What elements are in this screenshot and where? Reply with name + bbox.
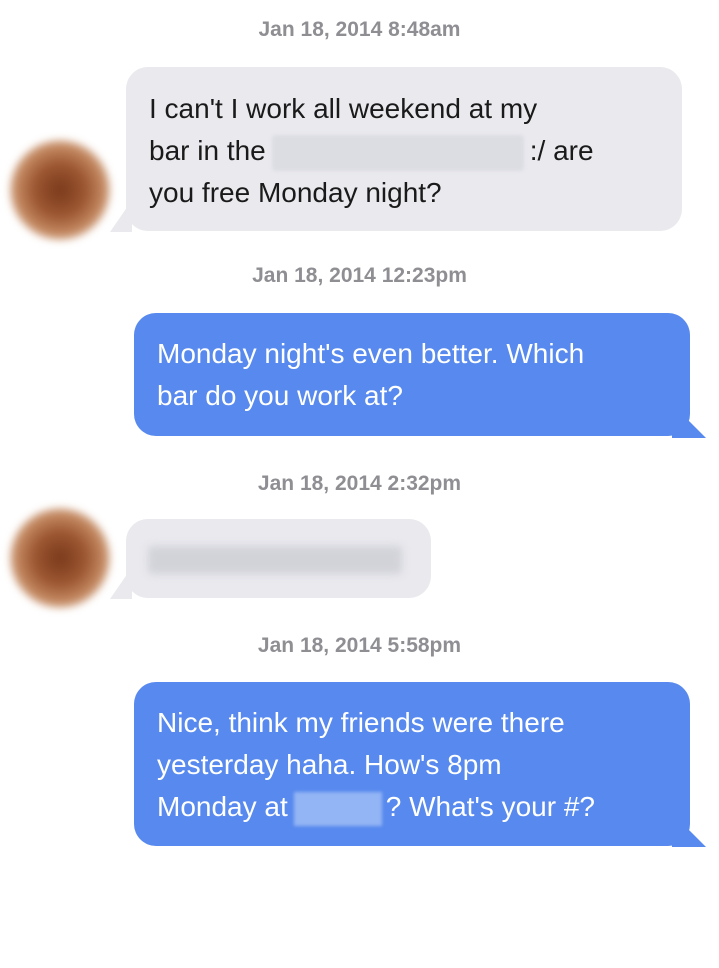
message-text-line: Monday at ? What's your #? bbox=[157, 786, 690, 828]
timestamp: Jan 18, 2014 12:23pm bbox=[252, 264, 467, 287]
incoming-message-bubble[interactable] bbox=[126, 519, 431, 598]
redacted-text bbox=[271, 134, 524, 171]
message-text: Nice, think my friends were there bbox=[157, 707, 565, 738]
message-text: Monday night's even better. Which bbox=[157, 338, 585, 369]
message-text: you free Monday night? bbox=[149, 177, 442, 208]
contact-avatar[interactable] bbox=[10, 508, 110, 608]
message-text: bar in the bbox=[149, 135, 266, 166]
incoming-message-bubble[interactable]: I can't I work all weekend at my bar in … bbox=[126, 67, 682, 231]
redacted-message-text bbox=[148, 546, 402, 574]
message-text: yesterday haha. How's 8pm bbox=[157, 749, 502, 780]
contact-avatar[interactable] bbox=[10, 140, 110, 240]
message-text: bar do you work at? bbox=[157, 380, 403, 411]
message-text: I can't I work all weekend at my bbox=[149, 93, 538, 124]
redacted-text bbox=[293, 791, 382, 826]
outgoing-message-bubble[interactable]: Nice, think my friends were there yester… bbox=[134, 682, 690, 846]
message-text: :/ are bbox=[529, 135, 594, 166]
message-text: ? What's your #? bbox=[385, 791, 595, 822]
timestamp: Jan 18, 2014 2:32pm bbox=[257, 472, 462, 495]
message-text-line: bar in the :/ are bbox=[149, 130, 682, 172]
timestamp: Jan 18, 2014 8:48am bbox=[258, 18, 461, 41]
message-text: Monday at bbox=[157, 791, 288, 822]
timestamp: Jan 18, 2014 5:58pm bbox=[257, 634, 462, 657]
outgoing-message-bubble[interactable]: Monday night's even better. Which bar do… bbox=[134, 313, 690, 436]
